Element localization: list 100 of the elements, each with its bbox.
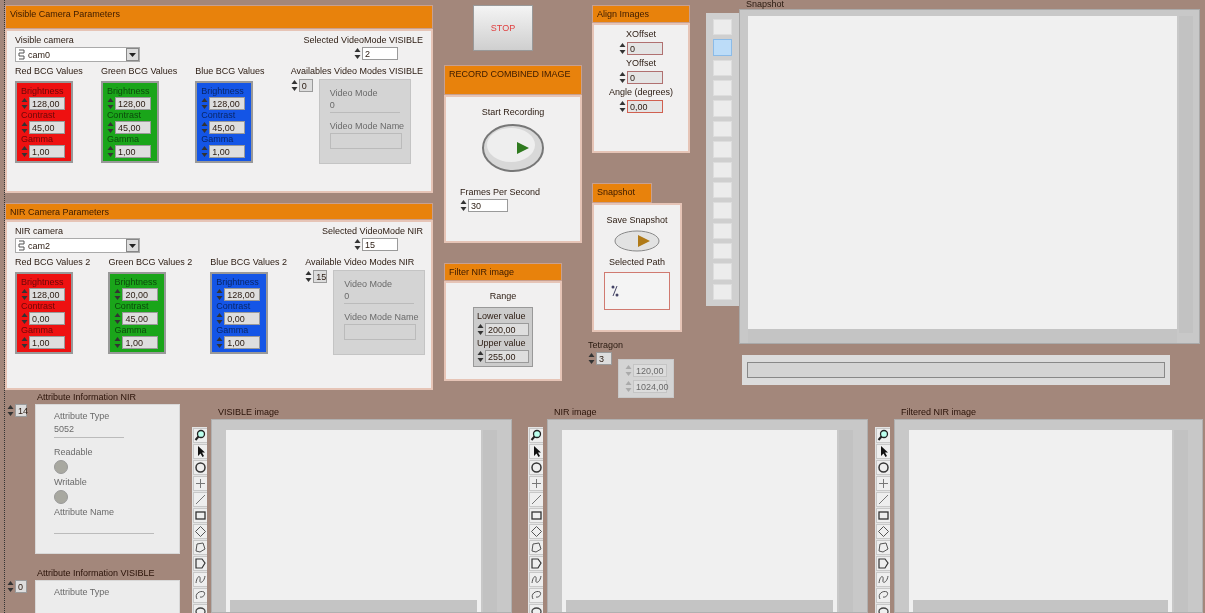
round-button[interactable]: [481, 123, 545, 173]
pointer-icon[interactable]: [193, 444, 207, 459]
crosshair-icon[interactable]: [529, 476, 543, 491]
thumbnail[interactable]: [713, 263, 732, 280]
thumbnail[interactable]: [713, 222, 732, 239]
scrollbar[interactable]: [483, 430, 497, 612]
line-icon[interactable]: [529, 492, 543, 507]
polygon-icon[interactable]: [193, 540, 207, 555]
thumbnail[interactable]: [713, 161, 732, 178]
polygon-icon[interactable]: [529, 540, 543, 555]
cluster-label: Attribute Information VISIBLE: [37, 568, 156, 578]
numeric-field[interactable]: 128,00: [29, 288, 65, 301]
numeric-field[interactable]: 0,00: [29, 312, 65, 325]
field-label: Contrast: [201, 110, 237, 121]
field-label: Gamma: [216, 325, 250, 336]
scrollbar[interactable]: [1174, 430, 1188, 612]
rectangle-icon[interactable]: [529, 508, 543, 523]
numeric-field[interactable]: 0: [627, 71, 663, 84]
freehand-icon[interactable]: [193, 572, 207, 587]
numeric-field[interactable]: 2: [362, 47, 398, 60]
cluster-label: Attribute Information NIR: [37, 392, 138, 402]
scrollbar[interactable]: [566, 600, 833, 612]
field-label: Readable: [54, 447, 94, 457]
polygon-icon[interactable]: [529, 556, 543, 571]
ring-icon: [18, 240, 25, 251]
thumbnail[interactable]: [713, 283, 732, 301]
field-label: Brightness: [201, 86, 245, 97]
diamond-icon[interactable]: [876, 524, 890, 539]
diamond-icon[interactable]: [193, 524, 207, 539]
circle-icon[interactable]: [876, 460, 890, 475]
thumbnail[interactable]: [713, 120, 732, 138]
lasso-icon[interactable]: [193, 588, 207, 603]
thumbnail[interactable]: [713, 39, 732, 56]
numeric-field[interactable]: 128,00: [224, 288, 261, 301]
rectangle-icon[interactable]: [193, 508, 207, 523]
numeric-field[interactable]: 1,00: [29, 336, 65, 349]
numeric-field[interactable]: 1,00: [122, 336, 159, 349]
numeric-field[interactable]: 20,00: [122, 288, 159, 301]
camera-dropdown[interactable]: cam0: [15, 47, 140, 62]
numeric-field[interactable]: 200,00: [485, 323, 529, 336]
freehand-icon[interactable]: [876, 572, 890, 587]
scrollbar[interactable]: [913, 600, 1168, 612]
zoom-icon[interactable]: [193, 428, 207, 443]
numeric-field[interactable]: 0,00: [224, 312, 261, 325]
numeric-field[interactable]: 45,00: [114, 121, 151, 134]
zoom-icon[interactable]: [529, 428, 543, 443]
numeric-field[interactable]: 128,00: [29, 97, 65, 110]
scrollbar[interactable]: [839, 430, 853, 612]
oval-button[interactable]: [614, 230, 660, 252]
circle-icon[interactable]: [529, 460, 543, 475]
thumbnail[interactable]: [713, 100, 732, 117]
numeric-field[interactable]: 0: [627, 42, 663, 55]
numeric-field[interactable]: 45,00: [29, 121, 65, 134]
numeric-field[interactable]: 30: [468, 199, 508, 212]
numeric-field[interactable]: 0,00: [627, 100, 663, 113]
scrollbar[interactable]: [230, 600, 477, 612]
numeric-field[interactable]: 128,00: [209, 97, 246, 110]
thumbnail[interactable]: [713, 80, 732, 97]
numeric-field[interactable]: 255,00: [485, 350, 529, 363]
cluster-label: Green BCG Values 2: [108, 257, 193, 267]
polygon-icon[interactable]: [876, 540, 890, 555]
lasso-icon[interactable]: [529, 588, 543, 603]
display-label: Snapshot: [746, 0, 786, 9]
numeric-field[interactable]: 1,00: [29, 145, 65, 158]
spinner-icon[interactable]: [290, 79, 298, 92]
thumbnail[interactable]: [713, 141, 732, 158]
thumbnail[interactable]: [713, 181, 732, 199]
polygon-icon[interactable]: [876, 556, 890, 571]
field-label: Writable: [54, 477, 88, 487]
spinner-icon[interactable]: [305, 270, 313, 283]
line-icon[interactable]: [876, 492, 890, 507]
zoom-icon[interactable]: [876, 428, 890, 443]
path-field[interactable]: [604, 272, 670, 310]
freehand-icon[interactable]: [529, 572, 543, 587]
numeric-field[interactable]: 45,00: [122, 312, 159, 325]
numeric-field[interactable]: 15: [362, 238, 398, 251]
thumbnail[interactable]: [713, 19, 732, 36]
numeric-field[interactable]: 1,00: [224, 336, 261, 349]
numeric-field[interactable]: 45,00: [209, 121, 246, 134]
numeric-field[interactable]: 1,00: [114, 145, 151, 158]
numeric-field[interactable]: 1,00: [209, 145, 246, 158]
thumbnail[interactable]: [713, 242, 732, 260]
camera-dropdown[interactable]: cam2: [15, 238, 140, 253]
thumbnail[interactable]: [713, 202, 732, 219]
field-label: Contrast: [21, 110, 56, 121]
rectangle-icon[interactable]: [876, 508, 890, 523]
diamond-icon[interactable]: [529, 524, 543, 539]
pointer-icon[interactable]: [876, 444, 890, 459]
scrollbar[interactable]: [748, 329, 1177, 343]
lasso-icon[interactable]: [876, 588, 890, 603]
pointer-icon[interactable]: [529, 444, 543, 459]
thumbnail[interactable]: [713, 59, 732, 77]
dropdown-value: cam0: [28, 49, 50, 60]
circle-icon[interactable]: [193, 460, 207, 475]
panel-title: NIR Camera Parameters: [5, 203, 433, 220]
numeric-field[interactable]: 128,00: [114, 97, 151, 110]
crosshair-icon[interactable]: [193, 476, 207, 491]
line-icon[interactable]: [193, 492, 207, 507]
polygon-icon[interactable]: [193, 556, 207, 571]
crosshair-icon[interactable]: [876, 476, 890, 491]
